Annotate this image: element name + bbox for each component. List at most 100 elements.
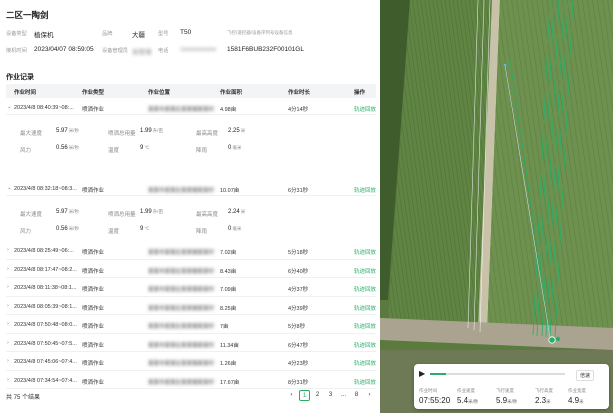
stat-label-1: 作业速度 — [457, 388, 475, 393]
chevron-right-icon[interactable]: › — [7, 266, 9, 272]
row-duration: 6分31秒 — [288, 188, 309, 194]
page-button[interactable]: 2 — [312, 390, 323, 401]
page-title: 二区一陶剑 — [6, 10, 49, 20]
serial-number: 1581F6BUB232F00101GL — [227, 46, 304, 53]
chevron-right-icon[interactable]: › — [7, 358, 9, 364]
replay-link[interactable]: 轨迹回放 — [354, 186, 376, 194]
chevron-right-icon[interactable]: › — [7, 303, 9, 309]
replay-link[interactable]: 轨迹回放 — [354, 304, 376, 312]
row-type: 喷洒作业 — [82, 268, 105, 275]
replay-link[interactable]: 轨迹回放 — [354, 105, 376, 113]
detail-label: 风力 — [20, 148, 32, 154]
table-header: 作业时间 作业类型 作业位置 作业面积 作业时长 操作 — [6, 84, 376, 98]
replay-link[interactable]: 轨迹回放 — [354, 248, 376, 256]
row-time: 2023/4/8 08:17:47~08:2... — [14, 266, 77, 273]
detail-label: 最高高度 — [196, 212, 219, 218]
page-button[interactable]: 1 — [299, 390, 310, 401]
detail-value: 0.56米/秒 — [56, 145, 79, 151]
chevron-right-icon[interactable]: › — [7, 247, 9, 253]
map-view[interactable]: ▶ 倍速 作业时间 07:55:20 作业速度 5.4米/秒 飞行速度 5.9米… — [380, 0, 613, 413]
row-time: 2023/4/8 07:50:45~07:5... — [14, 340, 77, 347]
speed-button[interactable]: 倍速 — [576, 370, 595, 381]
row-area: 10.07亩 — [220, 188, 240, 194]
chevron-right-icon[interactable]: › — [7, 284, 9, 290]
prev-page-button[interactable]: ‹ — [286, 390, 297, 401]
row-duration: 4分23秒 — [288, 361, 309, 367]
row-area: 8.25亩 — [220, 305, 237, 312]
chevron-down-icon[interactable]: ⌄ — [7, 185, 12, 191]
table-row[interactable]: › 2023/4/8 07:34:54~07:4... 喷洒作业 某某市某某区某某镇某… — [6, 371, 376, 389]
row-area: 7.09亩 — [220, 287, 237, 293]
brand-label: 品牌 — [102, 31, 113, 37]
model-value: T50 — [180, 29, 192, 36]
replay-link[interactable]: 轨迹回放 — [354, 285, 376, 293]
row-time: 2023/4/8 08:40:39~08:... — [14, 105, 74, 111]
row-location: 某某市某某区某某镇某某村 — [148, 324, 215, 330]
table-row[interactable]: › 2023/4/8 08:11:38~08:1... 喷洒作业 某某市某某区某某镇某… — [6, 278, 376, 297]
chevron-right-icon[interactable]: › — [7, 340, 9, 346]
chevron-down-icon[interactable]: ⌄ — [7, 104, 12, 110]
model-label: 型号 — [158, 31, 169, 37]
row-time: 2023/4/8 08:32:18~08:3... — [14, 186, 77, 192]
brand-value: 大疆 — [132, 32, 145, 39]
row-time: 2023/4/8 07:50:48~08:0... — [14, 322, 77, 328]
row-area: 1.26亩 — [220, 361, 237, 367]
next-page-button[interactable]: › — [364, 390, 375, 401]
replay-link[interactable]: 轨迹回放 — [354, 322, 376, 330]
progress-track[interactable] — [430, 373, 565, 375]
admin-value: 张管理 — [132, 49, 152, 56]
col-location: 作业位置 — [148, 90, 171, 96]
detail-label: 降雨 — [196, 229, 208, 235]
table-row[interactable]: › 2023/4/8 08:17:47~08:2... 喷洒作业 某某市某某区某某镇某… — [6, 260, 376, 278]
records-panel: 二区一陶剑 设备类型 植保机 品牌 大疆 型号 T50 飞控/遥控器/设备序列号… — [0, 0, 378, 413]
table-row[interactable]: › 2023/4/8 08:25:49~06:... 喷洒作业 某某市某某区某某镇某某… — [6, 241, 376, 260]
row-duration: 5分18秒 — [288, 250, 309, 256]
row-time: 2023/4/8 08:05:39~08:1... — [14, 303, 77, 310]
row-duration: 6分40秒 — [288, 268, 309, 275]
row-type: 喷洒作业 — [82, 379, 105, 386]
replay-link[interactable]: 轨迹回放 — [354, 359, 376, 367]
row-location: 某某市某某区某某镇某某村 — [148, 342, 215, 349]
bind-time-value: 2023/04/07 08:59:05 — [34, 46, 94, 53]
detail-value: 0毫米 — [228, 145, 242, 151]
row-location: 某某市某某区某某镇某某村 — [148, 107, 215, 113]
row-duration: 5分8秒 — [288, 324, 306, 330]
row-location: 某某市某某区某某镇某某村 — [148, 268, 215, 275]
detail-value: 1.99升/亩 — [140, 209, 163, 215]
col-duration: 作业时长 — [288, 90, 311, 96]
row-duration: 4分37秒 — [288, 287, 309, 293]
chevron-right-icon[interactable]: › — [7, 321, 9, 327]
table-row[interactable]: › 2023/4/8 07:45:06~07:4... 喷洒作业 某某市某某区某某镇某… — [6, 352, 376, 371]
table-row[interactable]: ⌄ 2023/4/8 08:32:18~08:3... 喷洒作业 某某市某某区某某镇某… — [6, 179, 376, 196]
table-row[interactable]: ⌄ 2023/4/8 08:40:39~08:... 喷洒作业 某某市某某区某某镇某某… — [6, 98, 376, 115]
page-button[interactable]: 8 — [351, 390, 362, 401]
detail-value: 9℃ — [140, 226, 150, 232]
stat-value-3: 2.3米 — [535, 396, 551, 405]
stat-label-0: 作业时间 — [419, 388, 437, 393]
row-time: 2023/4/8 07:45:06~07:4... — [14, 359, 77, 365]
row-location: 某某市某某区某某镇某某村 — [148, 287, 215, 293]
row-time: 2023/4/8 07:34:54~07:4... — [14, 377, 77, 384]
serial-info-label: 飞控/遥控器/设备序列号设备信息 — [227, 30, 293, 35]
detail-label: 温度 — [108, 229, 120, 235]
replay-link[interactable]: 轨迹回放 — [354, 267, 376, 275]
row-details: 最大速度 5.97米/秒 喷洒总用量 1.99升/亩 最高高度 2.24米 风力 0.56米/… — [6, 196, 376, 247]
row-location: 某某市某某区某某镇某某村 — [148, 188, 215, 194]
row-type: 喷洒作业 — [82, 305, 105, 312]
chevron-right-icon[interactable]: › — [7, 377, 9, 383]
row-type: 喷洒作业 — [82, 250, 105, 256]
detail-label: 温度 — [108, 148, 120, 154]
row-type: 喷洒作业 — [82, 107, 105, 113]
row-area: 4.98亩 — [220, 107, 237, 113]
page-button[interactable]: 3 — [325, 390, 336, 401]
stat-value-4: 4.9米 — [568, 396, 584, 405]
play-icon[interactable]: ▶ — [419, 369, 425, 378]
replay-link[interactable]: 轨迹回放 — [354, 341, 376, 349]
table-row[interactable]: › 2023/4/8 07:50:48~08:0... 喷洒作业 某某市某某区某某镇某… — [6, 315, 376, 334]
row-type: 喷洒作业 — [82, 287, 105, 293]
row-location: 某某市某某区某某镇某某村 — [148, 250, 215, 256]
replay-link[interactable]: 轨迹回放 — [354, 378, 376, 386]
drone-marker — [548, 336, 556, 344]
table-row[interactable]: › 2023/4/8 08:05:39~08:1... 喷洒作业 某某市某某区某某镇某… — [6, 297, 376, 315]
table-row[interactable]: › 2023/4/8 07:50:45~07:5... 喷洒作业 某某市某某区某某镇某… — [6, 334, 376, 352]
